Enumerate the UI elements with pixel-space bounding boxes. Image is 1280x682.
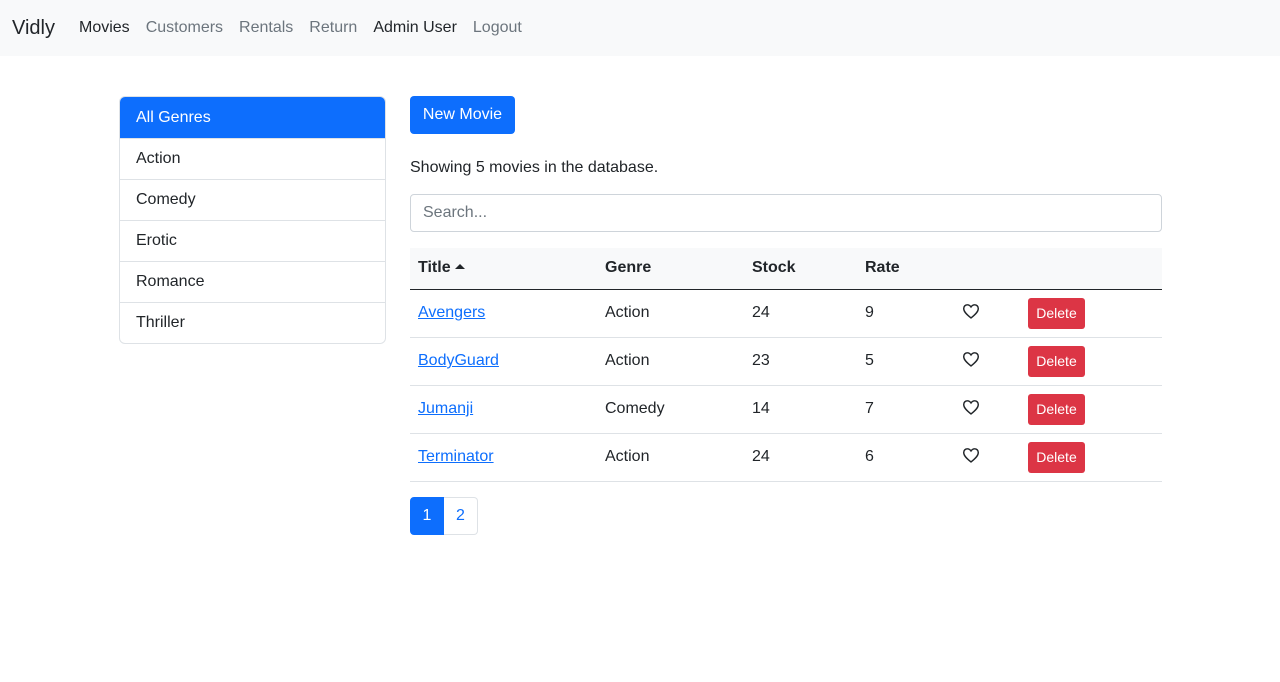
nav-link-rentals[interactable]: Rentals xyxy=(239,19,293,37)
table-row: Terminator Action 24 6 Delete xyxy=(410,433,1162,481)
genre-item-all[interactable]: All Genres xyxy=(120,97,385,138)
navbar: Vidly Movies Customers Rentals Return Ad… xyxy=(0,0,1280,56)
movie-genre: Action xyxy=(605,448,650,465)
movie-rate: 7 xyxy=(865,400,874,417)
movie-rate: 5 xyxy=(865,352,874,369)
genre-item-action[interactable]: Action xyxy=(120,138,385,179)
column-header-rate[interactable]: Rate xyxy=(857,248,954,289)
movie-genre: Comedy xyxy=(605,400,665,417)
table-row: BodyGuard Action 23 5 Delete xyxy=(410,337,1162,385)
genre-item-erotic[interactable]: Erotic xyxy=(120,220,385,261)
movie-title-link[interactable]: BodyGuard xyxy=(418,352,499,369)
movie-stock: 24 xyxy=(752,448,770,465)
nav-link-return[interactable]: Return xyxy=(309,19,357,37)
table-header-row: Title Genre Stock Rate xyxy=(410,248,1162,289)
movie-stock: 14 xyxy=(752,400,770,417)
genre-item-thriller[interactable]: Thriller xyxy=(120,302,385,343)
delete-button[interactable]: Delete xyxy=(1028,297,1085,329)
new-movie-button[interactable]: New Movie xyxy=(410,96,515,134)
column-header-title-label: Title xyxy=(418,259,451,277)
delete-button[interactable]: Delete xyxy=(1028,393,1085,425)
movie-title-link[interactable]: Terminator xyxy=(418,448,494,465)
delete-button[interactable]: Delete xyxy=(1028,345,1085,377)
search-input[interactable] xyxy=(410,194,1162,232)
nav-link-admin-user[interactable]: Admin User xyxy=(373,19,457,37)
movie-count-text: Showing 5 movies in the database. xyxy=(410,159,659,176)
page-button-2[interactable]: 2 xyxy=(444,497,478,535)
heart-icon[interactable] xyxy=(962,399,980,415)
movie-genre: Action xyxy=(605,352,650,369)
page-button-1[interactable]: 1 xyxy=(410,497,444,535)
delete-button[interactable]: Delete xyxy=(1028,441,1085,473)
pagination: 1 2 xyxy=(410,497,478,535)
movie-genre: Action xyxy=(605,304,650,321)
brand-link[interactable]: Vidly xyxy=(12,17,55,40)
genre-list: All Genres Action Comedy Erotic Romance … xyxy=(119,96,386,344)
column-header-genre[interactable]: Genre xyxy=(597,248,744,289)
column-header-title[interactable]: Title xyxy=(410,248,597,289)
nav-link-customers[interactable]: Customers xyxy=(146,19,223,37)
movie-rate: 9 xyxy=(865,304,874,321)
movie-rate: 6 xyxy=(865,448,874,465)
movie-title-link[interactable]: Jumanji xyxy=(418,400,473,417)
movie-stock: 23 xyxy=(752,352,770,369)
genre-item-comedy[interactable]: Comedy xyxy=(120,179,385,220)
sort-asc-icon xyxy=(454,264,465,270)
table-row: Jumanji Comedy 14 7 Delete xyxy=(410,385,1162,433)
movie-stock: 24 xyxy=(752,304,770,321)
nav-link-logout[interactable]: Logout xyxy=(473,19,522,37)
column-header-like xyxy=(954,248,1020,289)
heart-icon[interactable] xyxy=(962,303,980,319)
column-header-stock[interactable]: Stock xyxy=(744,248,857,289)
movies-table: Title Genre Stock Rate Avengers Action 2… xyxy=(410,248,1162,482)
column-header-actions xyxy=(1020,248,1162,289)
main-content: New Movie Showing 5 movies in the databa… xyxy=(410,96,1162,535)
table-row: Avengers Action 24 9 Delete xyxy=(410,289,1162,337)
heart-icon[interactable] xyxy=(962,351,980,367)
genre-item-romance[interactable]: Romance xyxy=(120,261,385,302)
heart-icon[interactable] xyxy=(962,447,980,463)
movie-title-link[interactable]: Avengers xyxy=(418,304,485,321)
nav-link-movies[interactable]: Movies xyxy=(79,19,130,37)
